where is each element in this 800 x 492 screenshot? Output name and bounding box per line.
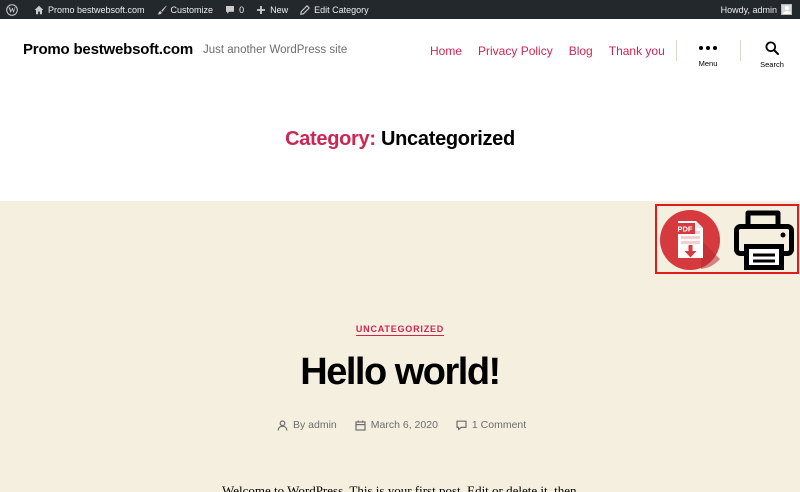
- post-author-label: By admin: [293, 419, 337, 431]
- pdf-print-toolbar: PDF: [655, 204, 799, 274]
- post-meta: By admin March 6, 2020 1 Comment: [277, 419, 544, 431]
- admin-site-name[interactable]: Promo bestwebsoft.com: [28, 0, 151, 19]
- wp-logo-menu[interactable]: W: [0, 0, 28, 19]
- post-excerpt: Welcome to WordPress. This is your first…: [222, 483, 577, 492]
- comments-count: 0: [239, 4, 245, 15]
- primary-nav: Home Privacy Policy Blog Thank you: [430, 44, 665, 58]
- menu-toggle[interactable]: Menu: [688, 41, 728, 75]
- archive-title-prefix: Category:: [285, 128, 376, 150]
- post-author[interactable]: By admin: [277, 419, 337, 431]
- plus-icon: [257, 5, 266, 14]
- search-toggle[interactable]: Search: [752, 41, 792, 75]
- site-tagline: Just another WordPress site: [203, 44, 348, 56]
- post-content-area: PDF UNCATEGORIZED Hello world! By admin …: [0, 201, 800, 492]
- pdf-label: PDF: [678, 225, 693, 234]
- post-title[interactable]: Hello world!: [0, 351, 800, 394]
- post-category-link: UNCATEGORIZED: [0, 324, 800, 336]
- home-icon: [34, 5, 44, 14]
- avatar: [781, 4, 792, 15]
- nav-item-thank-you[interactable]: Thank you: [609, 44, 665, 58]
- archive-title-name: Uncategorized: [381, 128, 515, 150]
- user-icon: [277, 419, 288, 431]
- brush-icon: [157, 5, 167, 14]
- site-title[interactable]: Promo bestwebsoft.com: [23, 41, 193, 58]
- admin-bar: W Promo bestwebsoft.com Customize 0 New …: [0, 0, 800, 19]
- calendar-icon: [355, 420, 366, 431]
- ellipsis-icon: [698, 41, 719, 54]
- site-header: Promo bestwebsoft.com Just another WordP…: [0, 19, 800, 82]
- pencil-icon: [300, 4, 311, 15]
- print-button[interactable]: [731, 206, 797, 277]
- comments-link[interactable]: 0: [219, 0, 250, 19]
- edit-category-label: Edit Category: [314, 4, 369, 15]
- comment-icon: [226, 5, 235, 14]
- search-icon: [765, 41, 779, 55]
- pdf-download-icon: PDF: [660, 210, 720, 270]
- svg-text:W: W: [8, 5, 16, 14]
- customize-label: Customize: [170, 4, 214, 15]
- wordpress-icon: W: [6, 3, 18, 16]
- search-label: Search: [760, 60, 784, 69]
- nav-item-home[interactable]: Home: [430, 44, 462, 58]
- menu-label: Menu: [698, 59, 718, 68]
- nav-item-blog[interactable]: Blog: [569, 44, 593, 58]
- printer-icon: [734, 210, 794, 270]
- customize-link[interactable]: Customize: [151, 0, 220, 19]
- pdf-download-button[interactable]: PDF: [659, 209, 721, 276]
- new-content-link[interactable]: New: [250, 0, 294, 19]
- post-category-label[interactable]: UNCATEGORIZED: [355, 324, 445, 336]
- howdy-label: Howdy, admin: [720, 4, 777, 15]
- new-label: New: [270, 4, 289, 15]
- header-divider: [676, 40, 677, 61]
- admin-site-name-label: Promo bestwebsoft.com: [48, 4, 145, 15]
- edit-category-link[interactable]: Edit Category: [294, 0, 375, 19]
- comment-icon: [456, 420, 467, 430]
- archive-title: Category: Uncategorized: [0, 128, 800, 151]
- post-comments[interactable]: 1 Comment: [456, 419, 526, 431]
- post-date-label: March 6, 2020: [370, 419, 438, 431]
- post-comments-label: 1 Comment: [471, 419, 527, 431]
- post-date[interactable]: March 6, 2020: [355, 419, 438, 431]
- my-account-menu[interactable]: Howdy, admin: [721, 4, 800, 15]
- header-divider: [740, 40, 741, 61]
- nav-item-privacy-policy[interactable]: Privacy Policy: [478, 44, 553, 58]
